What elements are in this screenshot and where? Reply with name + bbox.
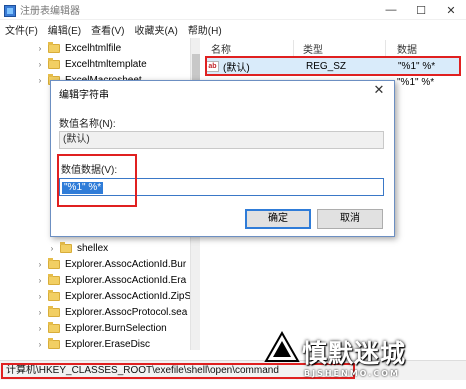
- menu-favorites[interactable]: 收藏夹(A): [129, 22, 182, 37]
- tree-item[interactable]: › Explorer.BurnSelection: [36, 320, 167, 336]
- value-name-field: (默认): [59, 131, 384, 149]
- tree-item-label: Explorer.EraseDisc: [65, 338, 151, 350]
- highlight-box: [57, 154, 137, 207]
- highlight-box: [205, 56, 461, 76]
- tree-item-label: Explorer.AssocProtocol.sea: [65, 306, 188, 318]
- tree-item[interactable]: › Explorer.AssocProtocol.sea: [36, 304, 187, 320]
- column-divider[interactable]: [293, 40, 294, 56]
- folder-icon: [48, 289, 60, 301]
- close-button[interactable]: ✕: [436, 0, 466, 20]
- column-header-type[interactable]: 类型: [303, 40, 323, 56]
- tree-item-label: Explorer.AssocActionId.ZipS: [65, 290, 192, 302]
- folder-icon: [48, 41, 60, 53]
- expand-arrow-icon[interactable]: ›: [36, 76, 44, 85]
- column-header-data[interactable]: 数据: [397, 40, 417, 56]
- maximize-button[interactable]: ☐: [406, 0, 436, 20]
- window-controls: — ☐ ✕: [376, 0, 466, 20]
- folder-icon: [48, 337, 60, 349]
- cancel-button[interactable]: 取消: [317, 209, 383, 229]
- folder-icon: [48, 273, 60, 285]
- watermark-title: 慎默迷城: [302, 339, 407, 368]
- menu-help[interactable]: 帮助(H): [183, 22, 227, 37]
- expand-arrow-icon[interactable]: ›: [36, 44, 44, 53]
- watermark-logo-icon: [264, 331, 300, 362]
- regedit-app-icon: [4, 4, 16, 17]
- value-name-label: 数值名称(N):: [59, 119, 116, 130]
- tree-item-label: Explorer.BurnSelection: [65, 322, 167, 334]
- tree-item-label: Excelhtmlfile: [65, 42, 122, 54]
- dialog-close-button[interactable]: ✕: [370, 82, 388, 98]
- watermark-subtitle: BJSHENMO.COM: [304, 369, 400, 378]
- tree-item[interactable]: › shellex: [48, 240, 108, 256]
- expand-arrow-icon[interactable]: ›: [48, 244, 56, 253]
- tree-item-label: Excelhtmltemplate: [65, 58, 147, 70]
- menu-view[interactable]: 查看(V): [86, 22, 129, 37]
- folder-icon: [48, 257, 60, 269]
- title-bar: 注册表编辑器 — ☐ ✕: [0, 0, 466, 20]
- ok-button[interactable]: 确定: [245, 209, 311, 229]
- folder-icon: [48, 321, 60, 333]
- folder-icon: [48, 305, 60, 317]
- tree-item-label: shellex: [77, 242, 109, 254]
- tree-item[interactable]: › Explorer.AssocActionId.Era: [36, 272, 186, 288]
- tree-item[interactable]: › Excelhtmlfile: [36, 40, 121, 56]
- column-divider[interactable]: [385, 40, 386, 56]
- tree-item[interactable]: › Explorer.EraseDisc: [36, 336, 150, 350]
- value-data: "%1" %*: [397, 76, 435, 88]
- folder-icon: [60, 241, 72, 253]
- expand-arrow-icon[interactable]: ›: [36, 340, 44, 349]
- menu-file[interactable]: 文件(F): [0, 22, 43, 37]
- menu-bar: 文件(F) 编辑(E) 查看(V) 收藏夹(A) 帮助(H): [0, 20, 466, 38]
- expand-arrow-icon[interactable]: ›: [36, 308, 44, 317]
- edit-string-dialog: 编辑字符串 ✕ 数值名称(N): (默认) 数值数据(V): "%1" %* 确…: [50, 80, 395, 237]
- tree-item[interactable]: › Excelhtmltemplate: [36, 56, 147, 72]
- expand-arrow-icon[interactable]: ›: [36, 260, 44, 269]
- tree-item-label: Explorer.AssocActionId.Bur: [65, 258, 187, 270]
- menu-edit[interactable]: 编辑(E): [43, 22, 86, 37]
- tree-item[interactable]: › Explorer.AssocActionId.ZipS: [36, 288, 191, 304]
- dialog-title: 编辑字符串: [59, 90, 109, 101]
- folder-icon: [48, 57, 60, 69]
- expand-arrow-icon[interactable]: ›: [36, 324, 44, 333]
- column-header-name[interactable]: 名称: [211, 40, 231, 56]
- expand-arrow-icon[interactable]: ›: [36, 276, 44, 285]
- expand-arrow-icon[interactable]: ›: [36, 60, 44, 69]
- tree-item[interactable]: › Explorer.AssocActionId.Bur: [36, 256, 186, 272]
- minimize-button[interactable]: —: [376, 0, 406, 20]
- expand-arrow-icon[interactable]: ›: [36, 292, 44, 301]
- window-title: 注册表编辑器: [20, 6, 80, 17]
- tree-item-label: Explorer.AssocActionId.Era: [65, 274, 187, 286]
